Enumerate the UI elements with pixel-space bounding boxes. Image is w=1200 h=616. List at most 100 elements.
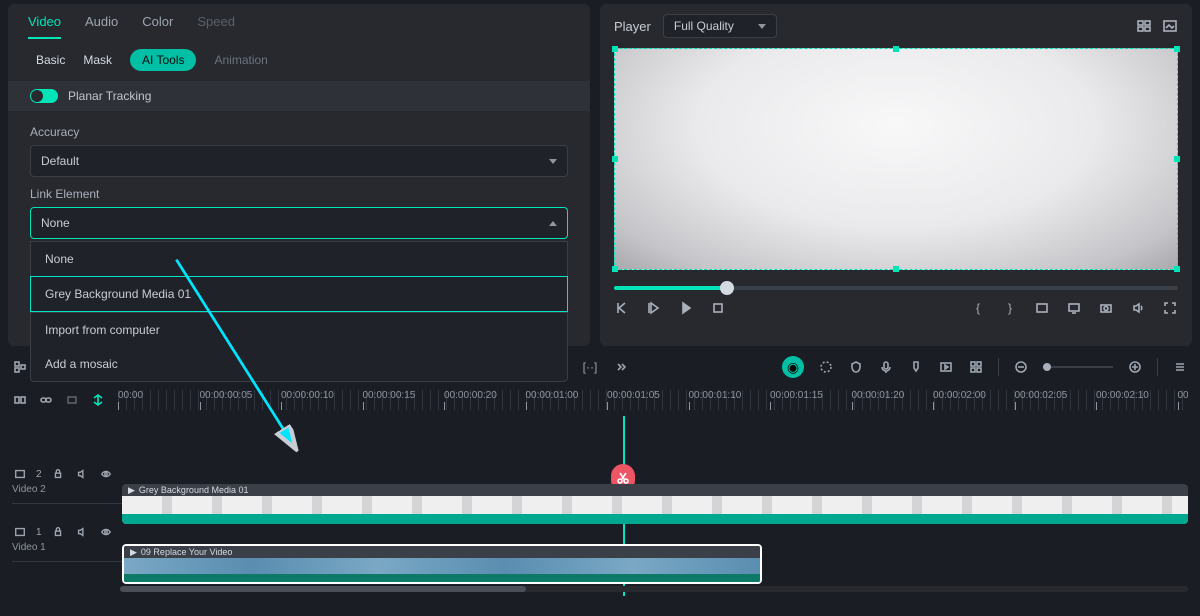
timeline-scrollbar[interactable] bbox=[120, 586, 1188, 592]
link-element-select[interactable]: None bbox=[30, 207, 568, 239]
ruler-tick: 00:00:00:15 bbox=[363, 390, 445, 410]
resize-handle[interactable] bbox=[612, 46, 618, 52]
timeline-ruler[interactable]: 00:0000:00:00:0500:00:00:1000:00:00:1500… bbox=[118, 390, 1188, 410]
tab-color[interactable]: Color bbox=[142, 14, 173, 39]
progress-thumb[interactable] bbox=[720, 281, 734, 295]
resize-handle[interactable] bbox=[893, 46, 899, 52]
separator bbox=[998, 358, 999, 376]
subtab-aitools[interactable]: AI Tools bbox=[130, 49, 196, 71]
ruler-tick: 00:00:01:00 bbox=[526, 390, 608, 410]
ruler-tick: 00:00:01:10 bbox=[689, 390, 771, 410]
timeline-effect-icon[interactable] bbox=[64, 392, 80, 408]
clip-title: 09 Replace Your Video bbox=[141, 547, 232, 557]
settings-icon[interactable] bbox=[968, 359, 984, 375]
track-eye-icon[interactable] bbox=[98, 524, 114, 540]
prev-frame-icon[interactable] bbox=[614, 300, 630, 316]
link-option-mosaic[interactable]: Add a mosaic bbox=[31, 347, 567, 381]
accuracy-select[interactable]: Default bbox=[30, 145, 568, 177]
resize-handle[interactable] bbox=[1174, 46, 1180, 52]
stop-icon[interactable] bbox=[710, 300, 726, 316]
snapshot-icon[interactable] bbox=[1162, 18, 1178, 34]
subtab-mask[interactable]: Mask bbox=[83, 53, 112, 67]
chevron-down-icon bbox=[549, 159, 557, 164]
clip-replace-video[interactable]: ▶ 09 Replace Your Video bbox=[122, 544, 762, 584]
player-title: Player bbox=[614, 19, 651, 34]
more-icon[interactable] bbox=[612, 359, 628, 375]
chevron-down-icon bbox=[758, 24, 766, 29]
link-option-grey-bg[interactable]: Grey Background Media 01 bbox=[30, 276, 568, 312]
link-option-none[interactable]: None bbox=[31, 242, 567, 276]
ruler-tick: 00:00:00:05 bbox=[200, 390, 282, 410]
scrollbar-thumb[interactable] bbox=[120, 586, 526, 592]
track-lock-icon[interactable] bbox=[50, 466, 66, 482]
play-mini-icon: ▶ bbox=[128, 485, 135, 496]
sparkle-icon[interactable] bbox=[818, 359, 834, 375]
track-v1-name: Video 1 bbox=[12, 542, 122, 553]
resize-handle[interactable] bbox=[612, 156, 618, 162]
player-progress[interactable] bbox=[614, 286, 1178, 290]
zoom-in-icon[interactable] bbox=[1127, 359, 1143, 375]
play-mini-icon: ▶ bbox=[130, 547, 137, 558]
subtab-animation[interactable]: Animation bbox=[214, 53, 267, 67]
shield-icon[interactable] bbox=[848, 359, 864, 375]
media-icon[interactable] bbox=[938, 359, 954, 375]
track-lock-icon[interactable] bbox=[50, 524, 66, 540]
timeline-link-icon[interactable] bbox=[12, 392, 28, 408]
tab-speed[interactable]: Speed bbox=[197, 14, 235, 39]
link-option-import[interactable]: Import from computer bbox=[31, 313, 567, 347]
ruler-tick: 00:00:00:10 bbox=[281, 390, 363, 410]
brace-close-icon[interactable]: } bbox=[1002, 300, 1018, 316]
progress-fill bbox=[614, 286, 727, 290]
link-element-value: None bbox=[41, 216, 70, 230]
play-icon[interactable] bbox=[646, 300, 662, 316]
resize-handle[interactable] bbox=[893, 266, 899, 272]
resize-handle[interactable] bbox=[612, 266, 618, 272]
ruler-tick: 00:00:01:20 bbox=[852, 390, 934, 410]
chevron-up-icon bbox=[549, 221, 557, 226]
ruler-tick: 00:00:02:15 bbox=[1178, 390, 1189, 410]
resize-handle[interactable] bbox=[1174, 156, 1180, 162]
separator bbox=[1157, 358, 1158, 376]
planar-tracking-toggle[interactable] bbox=[30, 89, 58, 103]
brace-open-icon[interactable]: { bbox=[970, 300, 986, 316]
timeline-sync-icon[interactable] bbox=[90, 392, 106, 408]
screen-icon[interactable] bbox=[1066, 300, 1082, 316]
ratio-icon[interactable] bbox=[1034, 300, 1050, 316]
fullscreen-icon[interactable] bbox=[1162, 300, 1178, 316]
track-mute-icon[interactable] bbox=[74, 524, 90, 540]
player-viewport[interactable] bbox=[614, 48, 1178, 270]
resize-handle[interactable] bbox=[1174, 266, 1180, 272]
accuracy-label: Accuracy bbox=[30, 125, 568, 139]
play-solid-icon[interactable] bbox=[678, 300, 694, 316]
zoom-out-icon[interactable] bbox=[1013, 359, 1029, 375]
list-icon[interactable] bbox=[1172, 359, 1188, 375]
track-eye-icon[interactable] bbox=[98, 466, 114, 482]
quality-value: Full Quality bbox=[674, 19, 734, 33]
track-video-1[interactable]: ▶ 09 Replace Your Video bbox=[122, 544, 1188, 584]
quality-select[interactable]: Full Quality bbox=[663, 14, 777, 38]
track-media-icon[interactable] bbox=[12, 524, 28, 540]
tab-video[interactable]: Video bbox=[28, 14, 61, 39]
link-element-dropdown: None Grey Background Media 01 Import fro… bbox=[30, 241, 568, 382]
mic-icon[interactable] bbox=[878, 359, 894, 375]
ruler-tick: 00:00:02:10 bbox=[1096, 390, 1178, 410]
track-mute-icon[interactable] bbox=[74, 466, 90, 482]
subtab-basic[interactable]: Basic bbox=[36, 53, 65, 67]
track-video-2[interactable]: ▶Grey Background Media 01 bbox=[122, 484, 1188, 524]
clip-grey-bg[interactable]: ▶Grey Background Media 01 bbox=[122, 484, 1188, 524]
zoom-slider[interactable] bbox=[1043, 366, 1113, 368]
track-v2-name: Video 2 bbox=[12, 484, 122, 495]
planar-tracking-label: Planar Tracking bbox=[68, 89, 151, 103]
ruler-tick: 00:00:00:20 bbox=[444, 390, 526, 410]
grid-icon[interactable] bbox=[1136, 18, 1152, 34]
tab-audio[interactable]: Audio bbox=[85, 14, 118, 39]
ai-chat-icon[interactable]: ◉ bbox=[782, 356, 804, 378]
ruler-tick: 00:00:01:05 bbox=[607, 390, 689, 410]
track-media-icon[interactable] bbox=[12, 466, 28, 482]
accuracy-value: Default bbox=[41, 154, 79, 168]
camera-icon[interactable] bbox=[1098, 300, 1114, 316]
volume-icon[interactable] bbox=[1130, 300, 1146, 316]
ruler-tick: 00:00:02:00 bbox=[933, 390, 1015, 410]
marker-icon[interactable] bbox=[908, 359, 924, 375]
timeline-chain-icon[interactable] bbox=[38, 392, 54, 408]
